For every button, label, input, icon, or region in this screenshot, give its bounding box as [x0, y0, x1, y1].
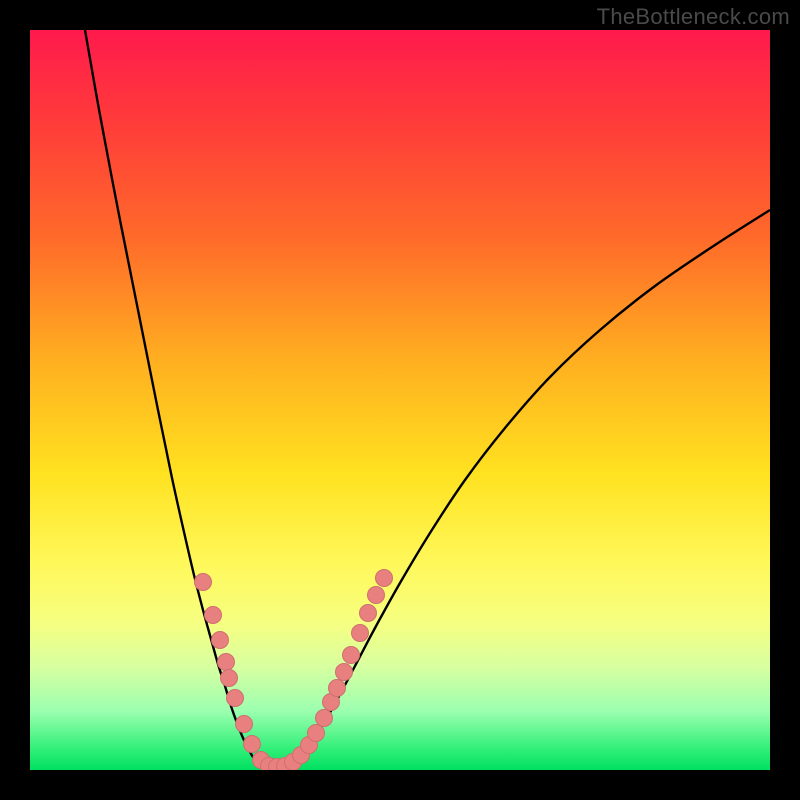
data-marker — [343, 647, 360, 664]
curve-svg — [30, 30, 770, 770]
marker-group — [195, 570, 393, 771]
data-marker — [329, 680, 346, 697]
bottleneck-curve — [85, 30, 770, 767]
data-marker — [336, 664, 353, 681]
data-marker — [218, 654, 235, 671]
data-marker — [221, 670, 238, 687]
data-marker — [308, 725, 325, 742]
plot-area — [30, 30, 770, 770]
data-marker — [205, 607, 222, 624]
data-marker — [376, 570, 393, 587]
data-marker — [236, 716, 253, 733]
data-marker — [244, 736, 261, 753]
chart-frame: TheBottleneck.com — [0, 0, 800, 800]
watermark-text: TheBottleneck.com — [597, 4, 790, 30]
data-marker — [368, 587, 385, 604]
data-marker — [212, 632, 229, 649]
data-marker — [227, 690, 244, 707]
data-marker — [352, 625, 369, 642]
data-marker — [195, 574, 212, 591]
data-marker — [360, 605, 377, 622]
data-marker — [316, 710, 333, 727]
